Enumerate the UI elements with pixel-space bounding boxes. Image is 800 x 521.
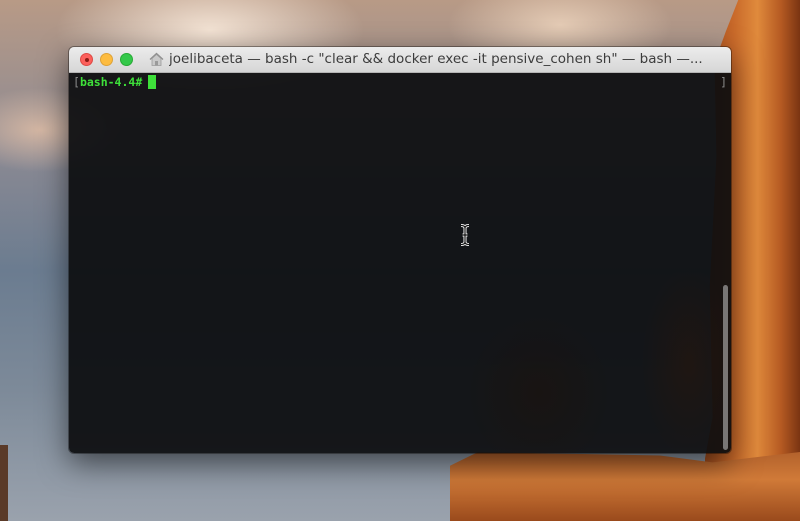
vertical-scrollbar[interactable] xyxy=(723,285,728,450)
dark-rock-edge xyxy=(0,445,8,521)
close-button[interactable] xyxy=(80,53,93,66)
desert-rock-base xyxy=(450,452,800,521)
prompt-open-bracket: [ xyxy=(73,75,80,89)
minimize-button[interactable] xyxy=(100,53,113,66)
window-title: joelibaceta — bash -c "clear && docker e… xyxy=(169,51,703,67)
desktop: { "window": { "title": "joelibaceta — ba… xyxy=(0,0,800,521)
zoom-button[interactable] xyxy=(120,53,133,66)
prompt-close-bracket: ] xyxy=(720,75,727,89)
home-folder-icon xyxy=(149,52,164,67)
prompt-text: bash-4.4# xyxy=(79,75,143,89)
terminal-window[interactable]: joelibaceta — bash -c "clear && docker e… xyxy=(69,47,731,453)
command-prompt: [bash-4.4# xyxy=(73,75,157,89)
background-reflection xyxy=(449,223,731,453)
terminal-cursor xyxy=(148,75,157,89)
terminal-content[interactable]: [bash-4.4# ] xyxy=(69,73,731,453)
window-titlebar[interactable]: joelibaceta — bash -c "clear && docker e… xyxy=(69,47,731,73)
text-cursor-ibeam-icon xyxy=(459,224,471,246)
